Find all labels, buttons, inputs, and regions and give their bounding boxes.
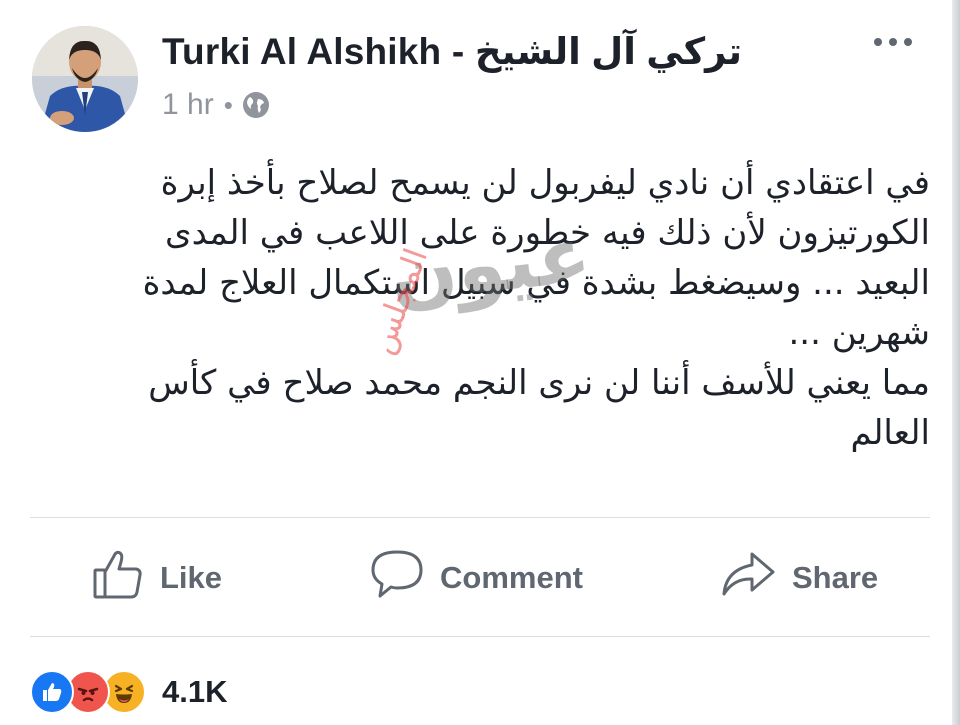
more-options-button[interactable] — [874, 38, 912, 46]
like-button[interactable]: Like — [92, 548, 222, 608]
more-dot — [904, 38, 912, 46]
globe-icon[interactable] — [241, 90, 271, 120]
author-name[interactable]: Turki Al Alshikh - تركي آل الشيخ — [162, 30, 742, 73]
post-text-line: الكورتيزون لأن ذلك فيه خطورة على اللاعب … — [164, 213, 930, 253]
post-text-line: مما يعني للأسف أننا لن نرى النجم محمد صل… — [148, 363, 930, 403]
meta-separator: • — [223, 89, 233, 120]
post-meta: 1 hr • — [162, 88, 271, 122]
share-label: Share — [792, 560, 879, 595]
divider — [30, 636, 930, 637]
post-body: في اعتقادي أن نادي ليفربول لن يسمح لصلاح… — [60, 158, 930, 458]
reactions-summary[interactable]: 4.1K — [30, 670, 227, 714]
window-edge — [952, 0, 960, 725]
action-bar: Like Comment Share — [0, 548, 960, 608]
post-text-line: شهرين ... — [788, 313, 931, 353]
more-dot — [874, 38, 882, 46]
share-button[interactable]: Share — [720, 548, 878, 608]
more-dot — [889, 38, 897, 46]
like-reaction-icon — [30, 670, 74, 714]
comment-button[interactable]: Comment — [370, 548, 583, 608]
reaction-count: 4.1K — [162, 674, 228, 709]
post-timestamp[interactable]: 1 hr — [162, 88, 214, 122]
post-text-line: في اعتقادي أن نادي ليفربول لن يسمح لصلاح… — [160, 163, 930, 203]
comment-icon — [370, 548, 424, 608]
comment-label: Comment — [440, 560, 583, 595]
like-label: Like — [160, 560, 223, 595]
post-text-line: العالم — [850, 413, 930, 453]
share-arrow-icon — [720, 548, 776, 608]
thumbs-up-icon — [92, 548, 144, 608]
author-avatar[interactable] — [32, 26, 138, 132]
post-text-line: البعيد ... وسيضغط بشدة في سبيل استكمال ا… — [142, 263, 930, 303]
divider — [30, 517, 930, 518]
